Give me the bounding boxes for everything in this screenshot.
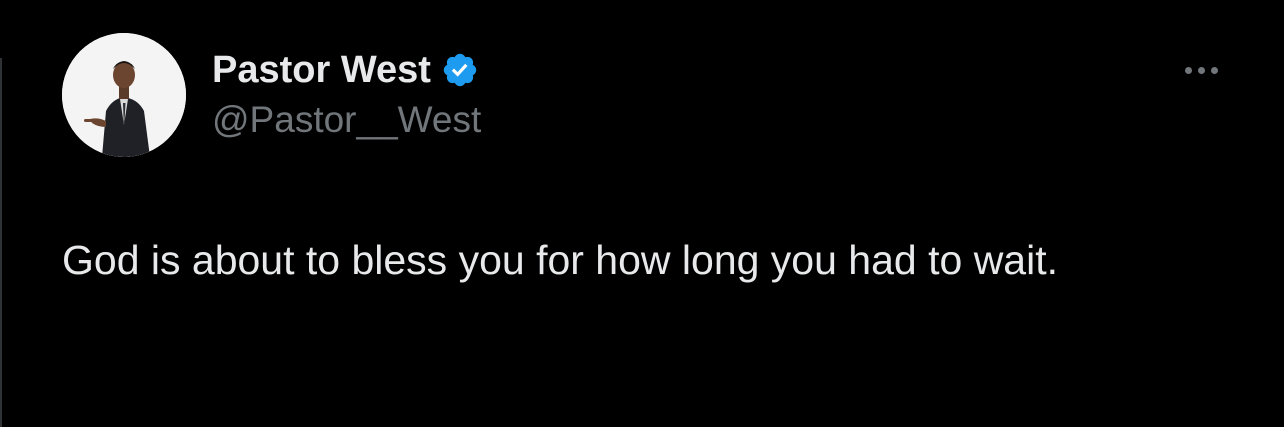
more-dot (1184, 66, 1192, 74)
author-handle[interactable]: @Pastor__West (212, 98, 481, 142)
more-options-icon[interactable] (1176, 58, 1226, 82)
more-dot (1210, 66, 1218, 74)
avatar[interactable] (62, 33, 186, 157)
author-name-row: Pastor West (212, 48, 479, 92)
thread-divider (0, 58, 2, 427)
author-display-name[interactable]: Pastor West (212, 48, 431, 92)
previous-content-fragment: · · · · (190, 0, 269, 12)
more-dot (1197, 66, 1205, 74)
verified-badge-icon[interactable] (441, 51, 479, 89)
tweet-text: God is about to bless you for how long y… (62, 237, 1058, 283)
profile-photo-icon (62, 33, 186, 157)
